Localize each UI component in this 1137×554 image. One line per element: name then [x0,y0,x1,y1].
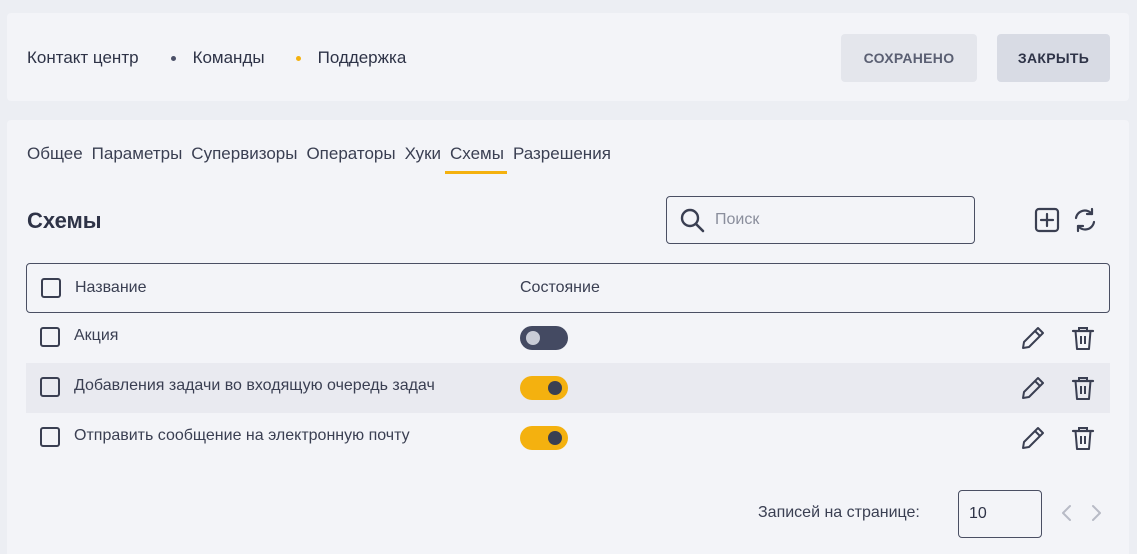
table-row: Добавления задачи во входящую очередь за… [26,363,1110,413]
refresh-icon[interactable] [1071,206,1099,234]
edit-icon[interactable] [1019,374,1047,402]
breadcrumb-separator-active [295,55,301,61]
column-header-state[interactable]: Состояние [520,279,600,297]
search-icon [680,208,705,233]
toggle-knob [548,381,562,395]
tab-permissions[interactable]: Разрешения [513,144,611,174]
chevron-left-icon[interactable] [1057,503,1077,523]
tab-supervisors[interactable]: Супервизоры [191,144,297,174]
row-name: Добавления задачи во входящую очередь за… [74,377,435,394]
tab-operators[interactable]: Операторы [306,144,395,174]
breadcrumb: Контакт центр Команды Поддержка [27,48,406,68]
tab-hooks[interactable]: Хуки [405,144,441,174]
state-toggle[interactable] [520,376,568,400]
table-header: Название Состояние [26,263,1110,313]
tab-schemas[interactable]: Схемы [445,144,507,174]
rows-per-page-input[interactable] [958,490,1042,538]
row-checkbox[interactable] [40,377,60,397]
toggle-knob [548,431,562,445]
tab-parameters[interactable]: Параметры [92,144,183,174]
row-checkbox[interactable] [40,327,60,347]
breadcrumb-item-teams[interactable]: Команды [193,48,265,68]
row-checkbox[interactable] [40,427,60,447]
delete-icon[interactable] [1069,424,1097,452]
add-icon[interactable] [1033,206,1061,234]
tab-bar: Общее Параметры Супервизоры Операторы Ху… [27,144,620,174]
page-header: Контакт центр Команды Поддержка СОХРАНЕН… [7,13,1129,101]
select-all-checkbox[interactable] [41,278,61,298]
toggle-knob [526,331,540,345]
table-row: Акция [26,313,1110,363]
saved-button[interactable]: СОХРАНЕНО [841,34,977,82]
search-box [666,196,975,244]
state-toggle[interactable] [520,326,568,350]
breadcrumb-separator [170,55,176,61]
edit-icon[interactable] [1019,324,1047,352]
main-panel: Общее Параметры Супервизоры Операторы Ху… [7,120,1129,554]
row-name: Отправить сообщение на электронную почту [74,427,410,444]
chevron-right-icon[interactable] [1086,503,1106,523]
state-toggle[interactable] [520,426,568,450]
delete-icon[interactable] [1069,324,1097,352]
tab-general[interactable]: Общее [27,144,83,174]
breadcrumb-item-contact-center[interactable]: Контакт центр [27,48,139,68]
close-button[interactable]: ЗАКРЫТЬ [997,34,1110,82]
table-row: Отправить сообщение на электронную почту [26,413,1110,463]
column-header-name[interactable]: Название [75,279,147,297]
rows-per-page-label: Записей на странице: [758,504,920,521]
section-title: Схемы [27,208,102,233]
breadcrumb-item-support: Поддержка [317,48,407,67]
row-name: Акция [74,327,119,344]
delete-icon[interactable] [1069,374,1097,402]
search-input[interactable] [715,211,955,229]
edit-icon[interactable] [1019,424,1047,452]
